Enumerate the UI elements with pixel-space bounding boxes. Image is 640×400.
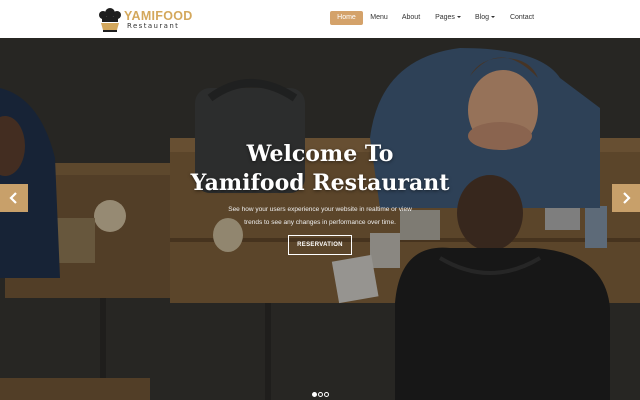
caret-down-icon xyxy=(491,16,495,19)
slider-dot-3[interactable] xyxy=(324,392,329,397)
nav-contact[interactable]: Contact xyxy=(508,11,536,25)
hero-slider: Welcome To Yamifood Restaurant See how y… xyxy=(0,38,640,400)
chef-logo-icon xyxy=(99,8,121,32)
navbar: YAMIFOOD Restaurant Home Menu About Page… xyxy=(0,0,640,38)
nav-home-label: Home xyxy=(337,14,356,21)
hero-title-line2: Yamifood Restaurant xyxy=(190,170,450,196)
reservation-button[interactable]: RESERVATION xyxy=(288,235,352,255)
slider-next-button[interactable] xyxy=(612,184,640,212)
brand-name: YAMIFOOD xyxy=(124,9,193,23)
brand-tagline: Restaurant xyxy=(127,22,180,30)
chevron-right-icon xyxy=(623,192,631,204)
nav-home[interactable]: Home xyxy=(330,11,363,25)
slider-dot-2[interactable] xyxy=(318,392,323,397)
nav-menu-label: Menu xyxy=(370,14,388,21)
nav-blog-label: Blog xyxy=(474,14,489,21)
logo[interactable]: YAMIFOOD Restaurant xyxy=(97,7,192,33)
nav-about-label: About xyxy=(401,14,421,21)
nav-contact-label: Contact xyxy=(509,14,535,21)
nav-pages[interactable]: Pages xyxy=(434,11,462,25)
slider-dot-1[interactable] xyxy=(312,392,317,397)
hero-text-line2: trends to see any changes in performance… xyxy=(244,219,396,226)
slider-prev-button[interactable] xyxy=(0,184,28,212)
nav-menu[interactable]: Menu xyxy=(366,11,392,25)
chevron-left-icon xyxy=(9,192,17,204)
nav-blog[interactable]: Blog xyxy=(473,11,497,25)
nav-pages-label: Pages xyxy=(435,14,455,21)
nav-about[interactable]: About xyxy=(398,11,424,25)
hero-title-line1: Welcome To xyxy=(246,141,394,167)
caret-down-icon xyxy=(456,16,461,19)
hero-text-line1: See how your users experience your websi… xyxy=(228,206,412,213)
